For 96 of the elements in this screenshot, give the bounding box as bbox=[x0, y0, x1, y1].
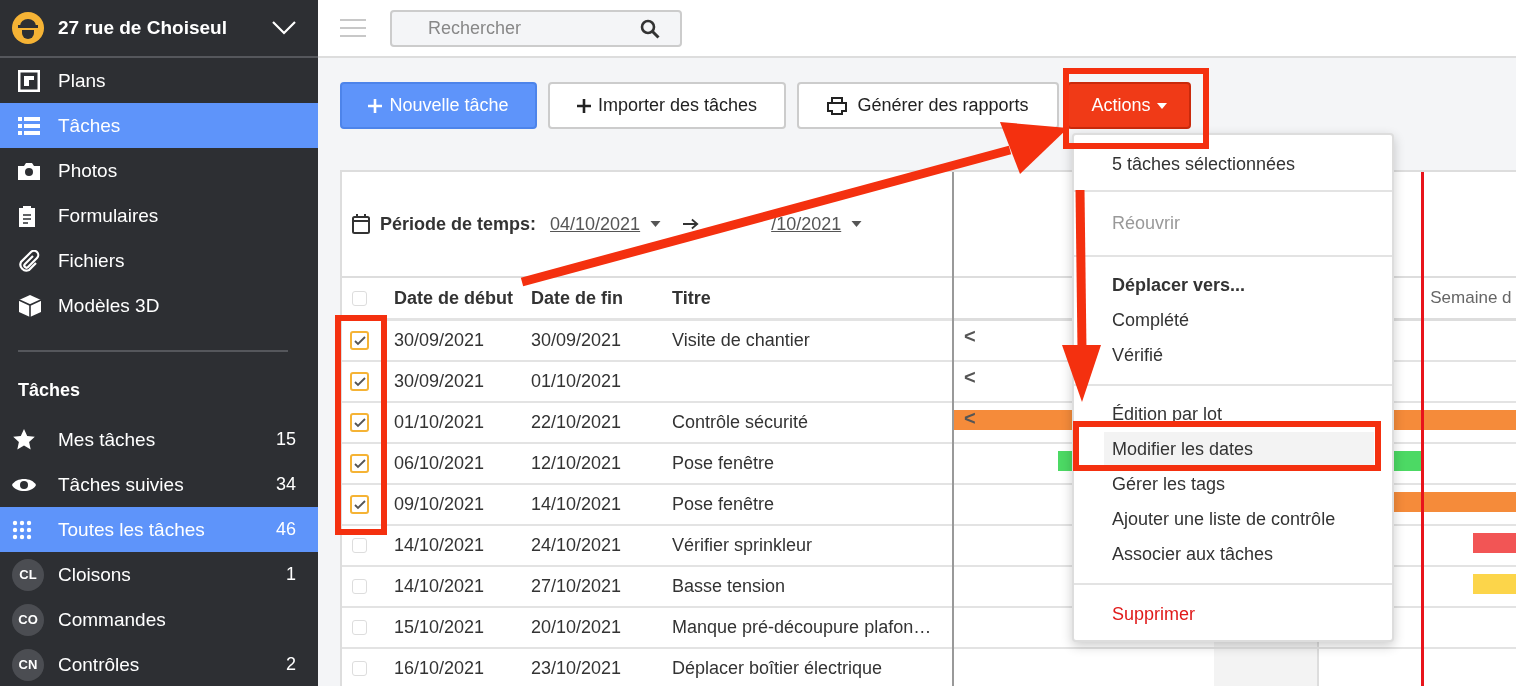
check-icon bbox=[353, 417, 366, 428]
table-cell-text: Basse tension bbox=[672, 576, 787, 597]
filter-item[interactable]: Mes tâches 15 bbox=[0, 417, 318, 462]
table-cell-text: 30/09/2021 bbox=[394, 371, 486, 392]
end-date-picker[interactable]: /10/2021 bbox=[771, 213, 842, 235]
period-label: Période de temps: bbox=[380, 213, 537, 235]
toolbar-button[interactable]: Générer des rapports bbox=[797, 82, 1059, 129]
row-checkbox[interactable] bbox=[350, 495, 369, 514]
row-checkbox[interactable] bbox=[350, 372, 369, 391]
table-cell-text: 15/10/2021 bbox=[394, 617, 486, 638]
filter-item[interactable]: Tâches suivies 34 bbox=[0, 462, 318, 507]
cube-icon bbox=[18, 293, 42, 318]
table-cell-text: Pose fenêtre bbox=[672, 453, 776, 474]
row-checkbox[interactable] bbox=[350, 413, 369, 432]
table-cell-text: Visite de chantier bbox=[672, 330, 811, 351]
table-cell-text: 30/09/2021 bbox=[394, 330, 486, 351]
table-cell-text: 14/10/2021 bbox=[394, 535, 486, 556]
table-cell-text: Manque pré-découpure plafon… bbox=[672, 617, 933, 638]
menu-item[interactable]: Vérifié bbox=[1104, 338, 1374, 373]
start-date-picker[interactable]: 04/10/2021 bbox=[550, 213, 641, 235]
plus-icon bbox=[368, 98, 383, 113]
toolbar-button[interactable]: Importer des tâches bbox=[548, 82, 786, 129]
row-checkbox[interactable] bbox=[352, 620, 367, 635]
table-cell-text: 27/10/2021 bbox=[531, 576, 623, 597]
plus-icon bbox=[576, 98, 591, 113]
actions-button[interactable]: Actions bbox=[1067, 82, 1191, 129]
table-cell-text: 24/10/2021 bbox=[531, 535, 623, 556]
caret-icon[interactable] bbox=[851, 221, 863, 227]
menu-item[interactable]: Gérer les tags bbox=[1104, 467, 1374, 502]
tag-badge: CO bbox=[12, 603, 44, 636]
search-icon bbox=[640, 18, 660, 39]
overflow-marker[interactable]: < bbox=[964, 325, 976, 348]
floor-plan-icon bbox=[18, 69, 40, 92]
caret-icon bbox=[1156, 102, 1167, 109]
menu-item[interactable]: Associer aux tâches bbox=[1104, 537, 1374, 572]
project-name[interactable]: 27 rue de Choiseul bbox=[58, 17, 258, 39]
eye-icon bbox=[12, 476, 36, 493]
chevron-down-icon[interactable] bbox=[272, 21, 296, 35]
tag-badge: CL bbox=[12, 558, 44, 591]
check-icon bbox=[353, 499, 366, 510]
clipboard-icon bbox=[18, 204, 36, 227]
filter-item[interactable]: CO Commandes bbox=[0, 597, 318, 642]
table-cell-text: 06/10/2021 bbox=[394, 453, 486, 474]
table-cell-text: 22/10/2021 bbox=[531, 412, 623, 433]
table-cell-text: Déplacer boîtier électrique bbox=[672, 658, 884, 679]
table-cell-text: 30/09/2021 bbox=[531, 330, 623, 351]
list-icon bbox=[18, 116, 40, 135]
row-checkbox[interactable] bbox=[352, 579, 367, 594]
table-cell-text: 23/10/2021 bbox=[531, 658, 623, 679]
check-icon bbox=[353, 335, 366, 346]
search-field[interactable]: Rechercher bbox=[390, 9, 682, 47]
row-checkbox[interactable] bbox=[352, 661, 367, 676]
check-icon bbox=[353, 376, 366, 387]
calendar-icon bbox=[352, 214, 370, 234]
tag-badge: CN bbox=[12, 648, 44, 681]
overflow-marker[interactable]: < bbox=[964, 366, 976, 389]
row-checkbox[interactable] bbox=[350, 454, 369, 473]
table-cell-text: 16/10/2021 bbox=[394, 658, 486, 679]
section-title: Tâches bbox=[17, 379, 82, 402]
table-cell-text: Vérifier sprinkleur bbox=[672, 535, 814, 556]
table-cell-text: Pose fenêtre bbox=[672, 494, 776, 515]
paperclip-icon bbox=[18, 249, 40, 272]
table-cell-text: 14/10/2021 bbox=[531, 494, 623, 515]
menu-item[interactable]: Complété bbox=[1104, 303, 1374, 338]
printer-icon bbox=[827, 96, 848, 115]
table-cell-text: 09/10/2021 bbox=[394, 494, 486, 515]
menu-item[interactable]: 5 tâches sélectionnées bbox=[1104, 147, 1374, 182]
select-all-checkbox[interactable] bbox=[352, 290, 367, 306]
check-icon bbox=[353, 458, 366, 469]
grid-icon bbox=[12, 519, 32, 540]
column-header[interactable]: Date de fin bbox=[531, 287, 672, 309]
worker-logo-icon bbox=[12, 12, 44, 44]
menu-item[interactable]: Ajouter une liste de contrôle bbox=[1104, 502, 1374, 537]
table-cell-text: 14/10/2021 bbox=[394, 576, 486, 597]
arrow-right-icon bbox=[683, 218, 700, 230]
column-header[interactable]: Titre bbox=[672, 287, 952, 309]
table-cell-text: 20/10/2021 bbox=[531, 617, 623, 638]
table-cell-text: 01/10/2021 bbox=[531, 371, 623, 392]
sidebar-item[interactable]: Modèles 3D bbox=[0, 283, 318, 328]
caret-icon[interactable] bbox=[650, 221, 662, 227]
table-cell-text: Contrôle sécurité bbox=[672, 412, 810, 433]
filter-item[interactable]: CL Cloisons 1 bbox=[0, 552, 318, 597]
table-cell-text: 01/10/2021 bbox=[394, 412, 486, 433]
menu-item[interactable]: Supprimer bbox=[1104, 597, 1374, 632]
sidebar-item[interactable]: Formulaires bbox=[0, 193, 318, 238]
row-checkbox[interactable] bbox=[352, 538, 367, 553]
sidebar-item[interactable]: Fichiers bbox=[0, 238, 318, 283]
table-cell-text: 12/10/2021 bbox=[531, 453, 623, 474]
camera-icon bbox=[18, 161, 40, 180]
sidebar-item[interactable]: Photos bbox=[0, 148, 318, 193]
menu-item[interactable]: Modifier les dates bbox=[1104, 432, 1374, 467]
row-checkbox[interactable] bbox=[350, 331, 369, 350]
star-icon bbox=[12, 427, 36, 452]
sidebar-item[interactable]: Plans bbox=[0, 58, 318, 103]
filter-item[interactable]: CN Contrôles 2 bbox=[0, 642, 318, 686]
column-header[interactable]: Date de début bbox=[394, 287, 531, 309]
